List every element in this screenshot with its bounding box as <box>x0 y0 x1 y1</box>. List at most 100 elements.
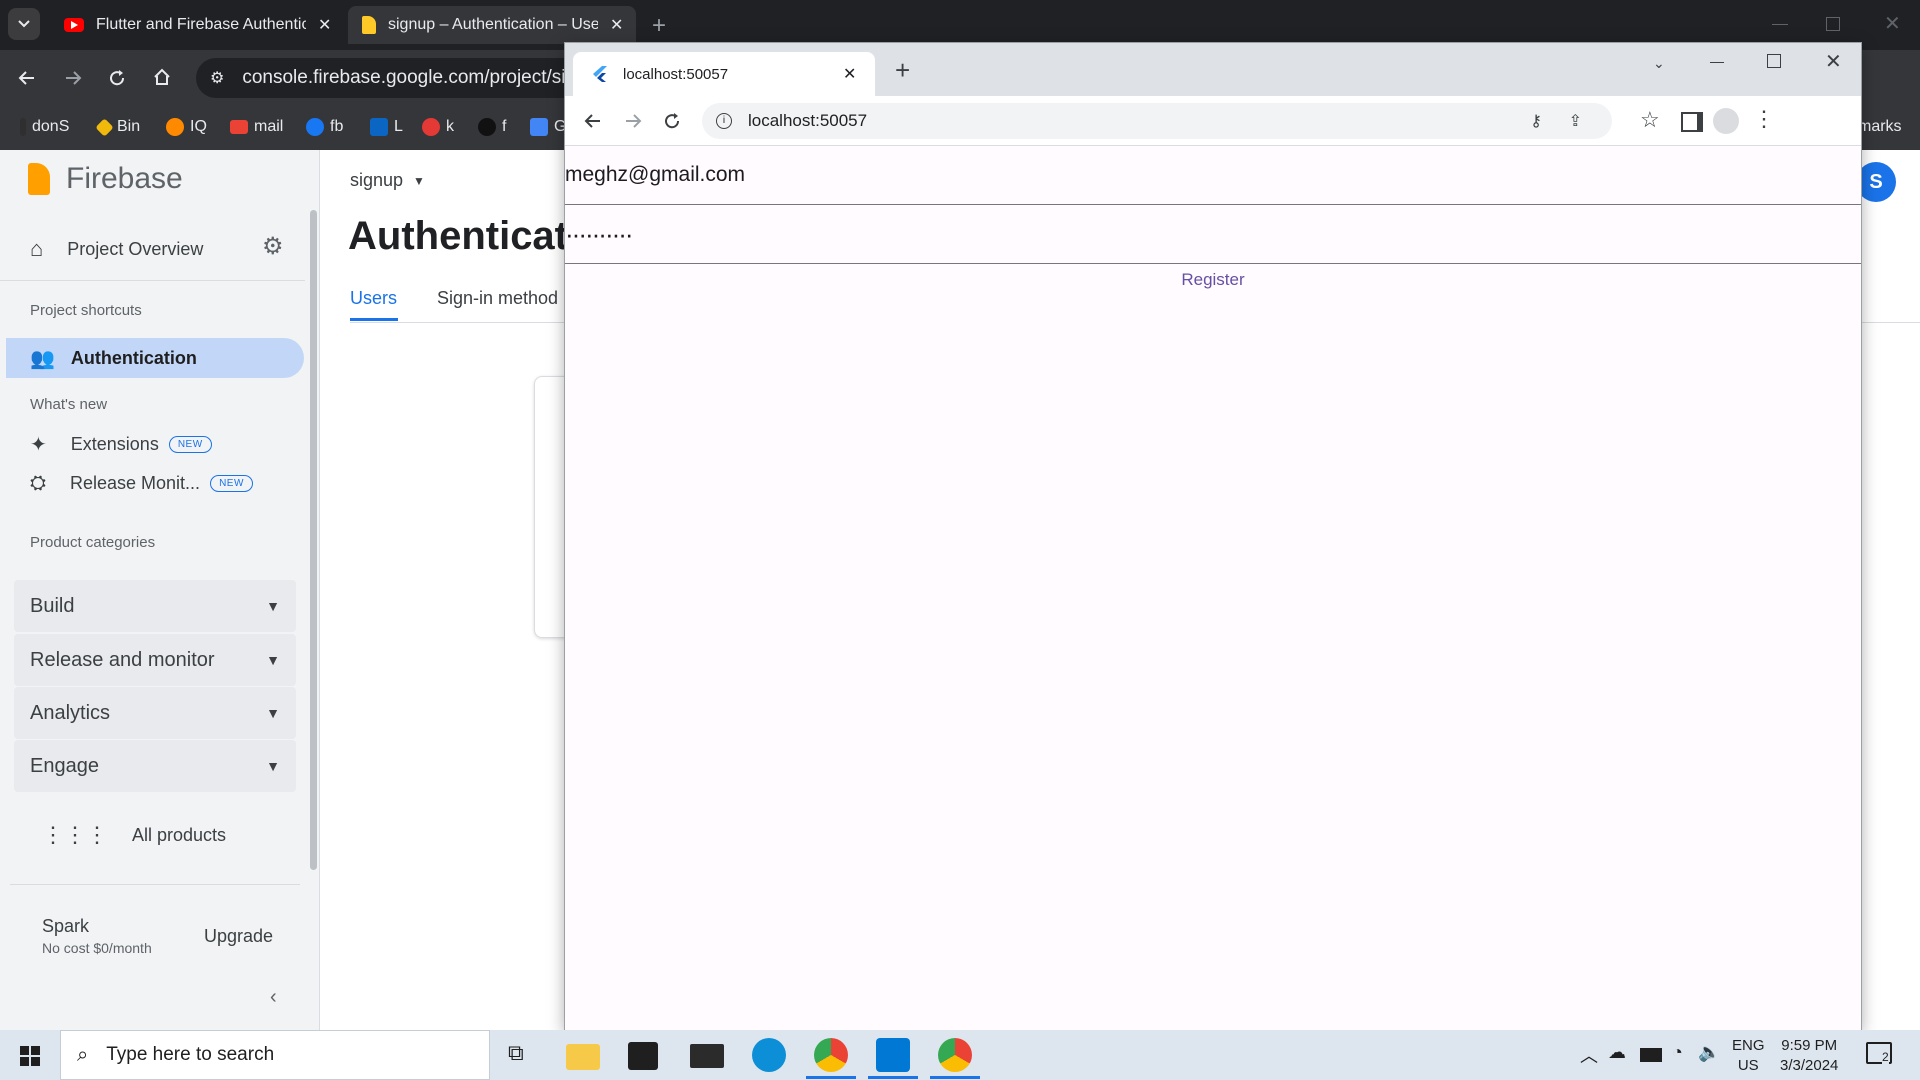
register-button[interactable]: Register <box>1179 270 1247 290</box>
tab-search-icon[interactable]: ⌄ <box>1653 55 1665 72</box>
taskbar-search-box[interactable]: ⌕ Type here to search <box>60 1030 490 1080</box>
facebook-icon <box>306 118 324 136</box>
bookmark-g[interactable]: G <box>530 118 566 136</box>
password-field[interactable]: ·········· <box>565 205 1861 264</box>
reload-icon[interactable] <box>107 68 127 88</box>
collapse-sidebar-icon[interactable]: ‹ <box>270 986 277 1009</box>
tab-title: signup – Authentication – Users <box>388 16 598 33</box>
divider <box>0 280 305 281</box>
close-window-icon[interactable]: ✕ <box>1825 49 1842 74</box>
star-icon[interactable]: ☆ <box>1640 107 1660 133</box>
new-tab-icon[interactable]: + <box>652 12 666 40</box>
bookmark-mail[interactable]: mail <box>230 118 283 136</box>
tab-search-button[interactable] <box>8 8 40 40</box>
email-field[interactable]: meghz@gmail.com <box>565 146 1861 205</box>
running-indicator <box>806 1076 856 1079</box>
windows-start-icon[interactable] <box>20 1046 40 1066</box>
maximize-icon[interactable] <box>1767 54 1781 68</box>
bookmark-bin[interactable]: Bin <box>95 117 140 137</box>
back-arrow-icon[interactable] <box>583 111 603 131</box>
chrome-icon[interactable] <box>814 1038 848 1072</box>
notification-count: 2 <box>1882 1050 1889 1064</box>
close-icon[interactable]: ✕ <box>318 15 331 35</box>
close-icon[interactable]: ✕ <box>610 15 623 35</box>
tab-title: Flutter and Firebase Authentica <box>96 16 306 33</box>
tab-users[interactable]: Users <box>350 288 397 309</box>
battery-icon[interactable] <box>1640 1048 1662 1062</box>
dropdown-arrow-icon: ▼ <box>413 173 425 188</box>
mail-icon[interactable] <box>690 1044 724 1068</box>
bookmark-f[interactable]: f <box>478 118 506 136</box>
front-tab-localhost[interactable]: localhost:50057 ✕ <box>573 52 875 96</box>
bookmark-iq[interactable]: IQ <box>166 118 207 136</box>
volume-icon[interactable]: 🔈 <box>1698 1042 1720 1063</box>
wifi-icon[interactable]: ◔ <box>1672 1042 1683 1063</box>
language-indicator[interactable]: ENG US <box>1732 1036 1765 1076</box>
category-engage[interactable]: Engage ▼ <box>14 740 296 792</box>
sidebar-item-release-monitor[interactable]: ⛭ Release Monit... NEW <box>30 472 253 495</box>
home-icon[interactable] <box>152 67 172 87</box>
sidebar-item-authentication[interactable]: 👥 Authentication <box>6 338 304 378</box>
front-omnibox[interactable]: i localhost:50057 ⚷ ⇪ <box>702 103 1612 139</box>
sidebar-item-extensions[interactable]: ✦ Extensions NEW <box>30 432 212 457</box>
onedrive-icon[interactable]: ☁ <box>1608 1042 1626 1063</box>
upgrade-button[interactable]: Upgrade <box>204 926 273 947</box>
chrome-icon[interactable] <box>938 1038 972 1072</box>
forward-arrow-icon[interactable] <box>63 68 83 88</box>
bookmark-linkedin[interactable]: L <box>370 118 403 136</box>
site-settings-icon[interactable]: ⚙ <box>210 68 224 88</box>
category-release-monitor[interactable]: Release and monitor ▼ <box>14 634 296 686</box>
notification-center-icon[interactable]: 2 <box>1866 1042 1892 1064</box>
running-indicator <box>930 1076 980 1079</box>
sidebar-scrollbar[interactable] <box>310 210 317 870</box>
info-icon[interactable]: i <box>716 113 732 129</box>
side-panel-icon[interactable] <box>1681 112 1703 132</box>
all-products-link[interactable]: ⋮⋮⋮ All products <box>42 822 226 848</box>
firebase-brand[interactable]: Firebase <box>28 162 183 196</box>
reload-icon[interactable] <box>662 111 682 131</box>
project-selector[interactable]: signup ▼ <box>350 170 425 191</box>
task-view-icon[interactable]: ⧉ <box>508 1040 524 1066</box>
bookmark-fb[interactable]: fb <box>306 118 343 136</box>
back-tab-firebase[interactable]: signup – Authentication – Users ✕ <box>348 6 636 44</box>
close-icon[interactable]: ✕ <box>843 64 856 84</box>
edge-icon[interactable] <box>752 1038 786 1072</box>
microsoft-store-icon[interactable] <box>628 1042 658 1070</box>
profile-avatar-icon[interactable] <box>1713 108 1739 134</box>
back-omnibox[interactable]: ⚙ console.firebase.google.com/project/si… <box>196 58 597 98</box>
share-icon[interactable]: ⇪ <box>1569 111 1582 131</box>
chevron-down-icon: ▼ <box>266 598 280 614</box>
forward-arrow-icon[interactable] <box>623 111 643 131</box>
vscode-icon[interactable] <box>876 1038 910 1072</box>
show-hidden-icons-icon[interactable]: ︿ <box>1580 1042 1598 1068</box>
minimize-icon[interactable] <box>1772 24 1788 25</box>
gmail-icon <box>230 120 248 134</box>
close-window-icon[interactable]: ✕ <box>1884 11 1901 36</box>
flutter-app-content: meghz@gmail.com ·········· Register <box>565 146 1861 1030</box>
running-indicator <box>868 1076 918 1079</box>
home-icon: ⌂ <box>30 236 44 261</box>
youtube-icon <box>64 18 84 32</box>
back-tab-youtube[interactable]: Flutter and Firebase Authentica ✕ <box>50 6 340 44</box>
settings-gear-icon[interactable]: ⚙ <box>262 232 284 261</box>
category-build[interactable]: Build ▼ <box>14 580 296 632</box>
bookmark-dons[interactable]: donS <box>20 118 69 136</box>
menu-dots-icon[interactable]: ⋮ <box>1753 106 1775 132</box>
search-icon: ⌕ <box>77 1043 89 1066</box>
category-analytics[interactable]: Analytics ▼ <box>14 687 296 739</box>
tab-underline <box>350 318 398 321</box>
new-tab-icon[interactable]: + <box>895 55 910 86</box>
restore-icon[interactable] <box>1826 17 1840 31</box>
tab-sign-in-method[interactable]: Sign-in method <box>437 288 558 309</box>
account-avatar[interactable]: S <box>1856 162 1896 202</box>
clock[interactable]: 9:59 PM 3/3/2024 <box>1780 1036 1838 1076</box>
bookmarks-overflow[interactable]: marks <box>1858 118 1902 136</box>
page-title: Authenticat <box>348 214 568 258</box>
bookmark-k[interactable]: k <box>422 118 454 136</box>
minimize-icon[interactable] <box>1710 62 1724 63</box>
flutter-icon <box>593 66 607 82</box>
project-overview-link[interactable]: ⌂ Project Overview <box>30 236 203 262</box>
file-explorer-icon[interactable] <box>566 1044 600 1070</box>
back-arrow-icon[interactable] <box>17 68 37 88</box>
key-icon[interactable]: ⚷ <box>1530 111 1542 131</box>
